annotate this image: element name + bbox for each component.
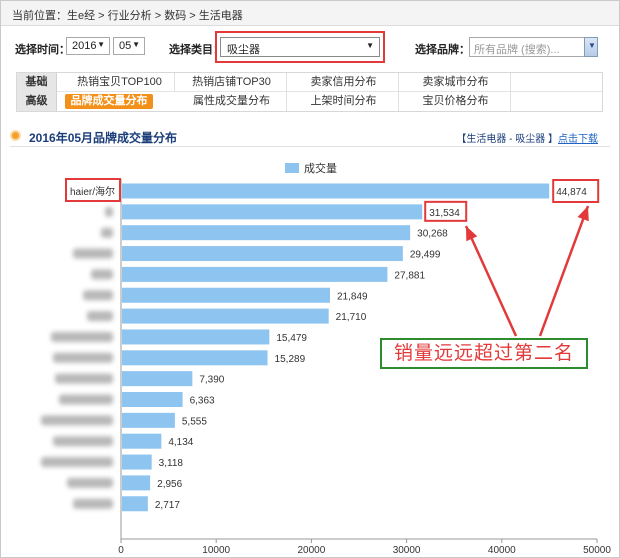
chevron-down-icon: ▼ [132,40,140,49]
bar [122,350,268,366]
brand-dropdown-button[interactable]: ▼ [584,37,598,57]
bar [122,392,183,407]
bar-value-label: 6,363 [190,396,215,407]
bar [122,433,162,449]
tab-price-distribution[interactable]: 宝贝价格分布 [401,92,511,111]
month-value: 05 [119,40,132,52]
bar-value-label: 2,717 [155,500,180,511]
tab-row-basic: 基础 热销宝贝TOP100 热销店铺TOP30 卖家信用分布 卖家城市分布 [17,73,602,92]
bar-value-label: 44,874 [556,187,587,198]
bar [122,308,329,324]
bar [122,496,148,512]
bar-value-label: 15,479 [276,333,307,344]
blurred-category-label [67,477,113,488]
section-header: 2016年05月品牌成交量分布 【生活电器 - 吸尘器 】点击下载 [10,127,610,147]
x-tick-label: 50000 [583,545,611,556]
filter-row: 选择时间： 2016 ▼ 05 ▼ 选择类目： 吸尘器 ▼ 选择品牌： 所有品牌… [1,26,619,66]
arrow-to-first-line [538,205,590,337]
bar [122,204,423,220]
blurred-category-label [41,415,113,426]
bar-value-label: 7,390 [199,375,224,386]
legend-label: 成交量 [304,161,337,175]
bullet-icon [10,130,21,141]
bar [122,454,152,470]
section-context: 【生活电器 - 吸尘器 】点击下载 [456,130,598,145]
annotation-box: 销量远远超过第二名 [380,338,588,369]
bar-value-label: 30,268 [417,229,448,240]
blurred-category-label [73,498,113,509]
tab-seller-credit[interactable]: 卖家信用分布 [289,73,399,92]
breadcrumb: 当前位置：生e经 > 行业分析 > 数码 > 生活电器 [1,1,619,26]
bar [122,371,193,387]
bar-value-label: 2,956 [157,479,182,490]
x-tick-label: 40000 [488,545,516,556]
blurred-category-label [73,248,113,259]
bar [122,329,270,345]
legend-swatch [285,163,299,173]
bar-value-label: 29,499 [410,250,441,261]
bar-value-label: 31,534 [429,208,460,219]
chevron-down-icon: ▼ [97,40,105,49]
month-select[interactable]: 05 ▼ [113,37,145,55]
arrow-to-first-head [577,206,589,222]
blurred-category-label [55,373,113,384]
bar-value-label: 27,881 [394,270,425,281]
blurred-category-label [87,311,113,322]
bar [122,475,151,491]
bar [122,412,175,428]
tab-hot-shops[interactable]: 热销店铺TOP30 [177,73,287,92]
blurred-category-label [83,290,113,301]
tab-group-basic: 基础 [17,73,57,92]
blurred-category-label [41,457,113,468]
bar [122,183,550,199]
blurred-category-label [101,227,113,238]
category-context: 【生活电器 - 吸尘器 】 [456,134,558,145]
x-tick-label: 30000 [393,545,421,556]
bar [122,246,403,262]
blurred-category-label [53,436,113,447]
download-link[interactable]: 点击下载 [558,134,598,145]
bar-value-label: 5,555 [182,416,207,427]
x-tick-label: 10000 [202,545,230,556]
category-highlight-box [215,31,385,63]
tab-hot-items[interactable]: 热销宝贝TOP100 [65,73,175,92]
tab-row-advanced: 高级 品牌成交量分布 属性成交量分布 上架时间分布 宝贝价格分布 [17,92,602,111]
x-tick-label: 20000 [297,545,325,556]
tab-brand-volume[interactable]: 品牌成交量分布 [65,94,153,109]
bar-value-label: 4,134 [168,437,193,448]
tab-seller-city[interactable]: 卖家城市分布 [401,73,511,92]
bar [122,266,388,282]
category-label: haier/海尔 [70,185,115,198]
tab-listing-time[interactable]: 上架时间分布 [289,92,399,111]
tab-group-advanced: 高级 [17,92,57,111]
bar-value-label: 21,849 [337,291,368,302]
bar-value-label: 15,289 [275,354,306,365]
bar-value-label: 3,118 [159,458,184,469]
brand-search-input[interactable]: 所有品牌 (搜索)... [469,37,585,57]
chevron-down-icon: ▼ [588,41,596,50]
brand-label: 选择品牌： [415,44,470,56]
blurred-category-label [105,206,113,217]
year-select[interactable]: 2016 ▼ [66,37,110,55]
arrow-to-second-line [464,225,518,337]
analysis-tabs: 基础 热销宝贝TOP100 热销店铺TOP30 卖家信用分布 卖家城市分布 高级… [16,72,603,112]
bar-value-label: 21,710 [336,312,367,323]
time-label: 选择时间： [15,44,70,56]
bar [122,225,411,241]
tab-attribute-volume[interactable]: 属性成交量分布 [177,92,287,111]
blurred-category-label [51,331,113,342]
blurred-category-label [91,269,113,280]
blurred-category-label [53,352,113,363]
year-value: 2016 [72,40,97,52]
section-title: 2016年05月品牌成交量分布 [29,131,178,145]
blurred-category-label [59,394,113,405]
x-tick-label: 0 [118,545,124,556]
bar [122,287,331,303]
